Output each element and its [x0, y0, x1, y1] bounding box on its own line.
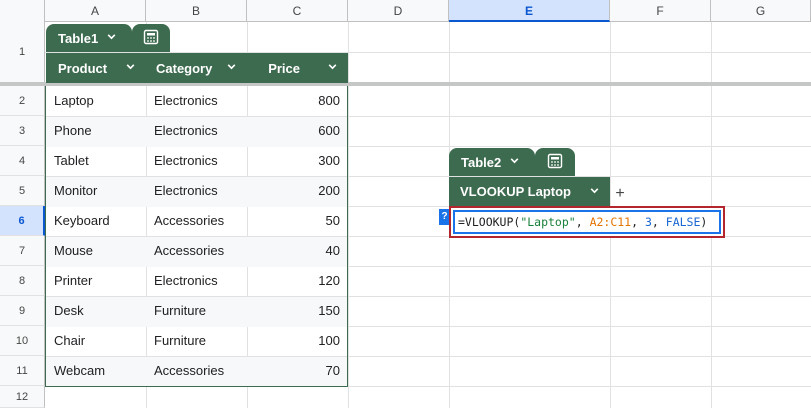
cell-b9[interactable]: Furniture [146, 296, 247, 326]
column-header-f[interactable]: F [610, 0, 711, 22]
formula-suffix: ) [700, 215, 708, 229]
table1-calculator-button[interactable] [132, 24, 170, 52]
row-header-12[interactable]: 12 [0, 386, 45, 408]
chevron-down-icon [106, 31, 117, 45]
column-header-e[interactable]: E [449, 0, 610, 22]
column-header-d[interactable]: D [348, 0, 449, 22]
cell-a6[interactable]: Keyboard [46, 206, 146, 236]
cell-c8[interactable]: 120 [247, 266, 348, 296]
cell-a11[interactable]: Webcam [46, 356, 146, 386]
cell-b3[interactable]: Electronics [146, 116, 247, 146]
cell-b4[interactable]: Electronics [146, 146, 247, 176]
chevron-down-icon[interactable] [226, 61, 237, 75]
chevron-down-icon[interactable] [589, 185, 600, 199]
calculator-icon [143, 29, 159, 48]
table2-header-vlookup-laptop[interactable]: VLOOKUP Laptop [449, 177, 610, 206]
plus-icon[interactable]: + [612, 186, 628, 202]
row-header-3[interactable]: 3 [0, 116, 45, 146]
cell-a8[interactable]: Printer [46, 266, 146, 296]
formula-arg-bool: FALSE [665, 215, 701, 229]
chevron-down-icon[interactable] [125, 61, 136, 75]
cell-c7[interactable]: 40 [247, 236, 348, 266]
cell-c5[interactable]: 200 [247, 176, 348, 206]
cell-c2[interactable]: 800 [247, 86, 348, 116]
header-label: Price [268, 60, 300, 76]
cell-c6[interactable]: 50 [247, 206, 348, 236]
formula-sep: , [575, 215, 590, 229]
table1-header-price[interactable]: Price [247, 53, 348, 83]
formula-arg-string: "Laptop" [520, 215, 576, 229]
row-header-7[interactable]: 7 [0, 236, 45, 266]
formula-arg-index: 3 [644, 215, 652, 229]
cell-c9[interactable]: 150 [247, 296, 348, 326]
formula-sep: , [651, 215, 666, 229]
cell-c3[interactable]: 600 [247, 116, 348, 146]
formula-cell-e6[interactable]: =VLOOKUP("Laptop", A2:C11, 3, FALSE) [453, 210, 721, 234]
row-header-2[interactable]: 2 [0, 86, 45, 116]
table1-header-product[interactable]: Product [46, 53, 146, 83]
cell-a3[interactable]: Phone [46, 116, 146, 146]
table2-name: Table2 [461, 154, 502, 170]
row-header-10[interactable]: 10 [0, 326, 45, 356]
cell-a2[interactable]: Laptop [46, 86, 146, 116]
cell-b10[interactable]: Furniture [146, 326, 247, 356]
row-header-8[interactable]: 8 [0, 266, 45, 296]
header-label: Category [156, 60, 213, 76]
cell-a7[interactable]: Mouse [46, 236, 146, 266]
cell-a10[interactable]: Chair [46, 326, 146, 356]
cell-b6[interactable]: Accessories [146, 206, 247, 236]
row-header-6[interactable]: 6 [0, 206, 45, 236]
cell-a5[interactable]: Monitor [46, 176, 146, 206]
row-header-5[interactable]: 5 [0, 176, 45, 206]
column-header-b[interactable]: B [146, 0, 247, 22]
table2-name-tab[interactable]: Table2 [449, 148, 535, 176]
table1-name: Table1 [58, 30, 99, 46]
row-header-4[interactable]: 4 [0, 146, 45, 176]
cell-b8[interactable]: Electronics [146, 266, 247, 296]
column-header-g[interactable]: G [711, 0, 811, 22]
header-label: VLOOKUP Laptop [460, 184, 571, 199]
cell-c4[interactable]: 300 [247, 146, 348, 176]
table2-calculator-button[interactable] [535, 148, 575, 176]
cell-a9[interactable]: Desk [46, 296, 146, 326]
cell-a4[interactable]: Tablet [46, 146, 146, 176]
row-header-1[interactable]: 1 [0, 22, 45, 83]
cell-b2[interactable]: Electronics [146, 86, 247, 116]
cell-b7[interactable]: Accessories [146, 236, 247, 266]
row-header-9[interactable]: 9 [0, 296, 45, 326]
cell-b5[interactable]: Electronics [146, 176, 247, 206]
header-label: Product [58, 60, 108, 76]
column-header-c[interactable]: C [247, 0, 348, 22]
table1-name-tab[interactable]: Table1 [46, 24, 132, 52]
formula-prefix: =VLOOKUP( [458, 215, 521, 229]
cell-c10[interactable]: 100 [247, 326, 348, 356]
table1-header-category[interactable]: Category [146, 53, 247, 83]
formula-sep: , [631, 215, 645, 229]
formula-arg-range: A2:C11 [589, 215, 632, 229]
grid-line [348, 22, 349, 408]
calculator-icon [547, 153, 563, 172]
chevron-down-icon [509, 155, 520, 169]
chevron-down-icon[interactable] [327, 61, 338, 75]
highlight-box: =VLOOKUP("Laptop", A2:C11, 3, FALSE) [449, 206, 725, 238]
column-header-a[interactable]: A [45, 0, 146, 22]
select-all-corner[interactable] [0, 0, 45, 22]
cell-c11[interactable]: 70 [247, 356, 348, 386]
row-header-11[interactable]: 11 [0, 356, 45, 386]
cell-b11[interactable]: Accessories [146, 356, 247, 386]
